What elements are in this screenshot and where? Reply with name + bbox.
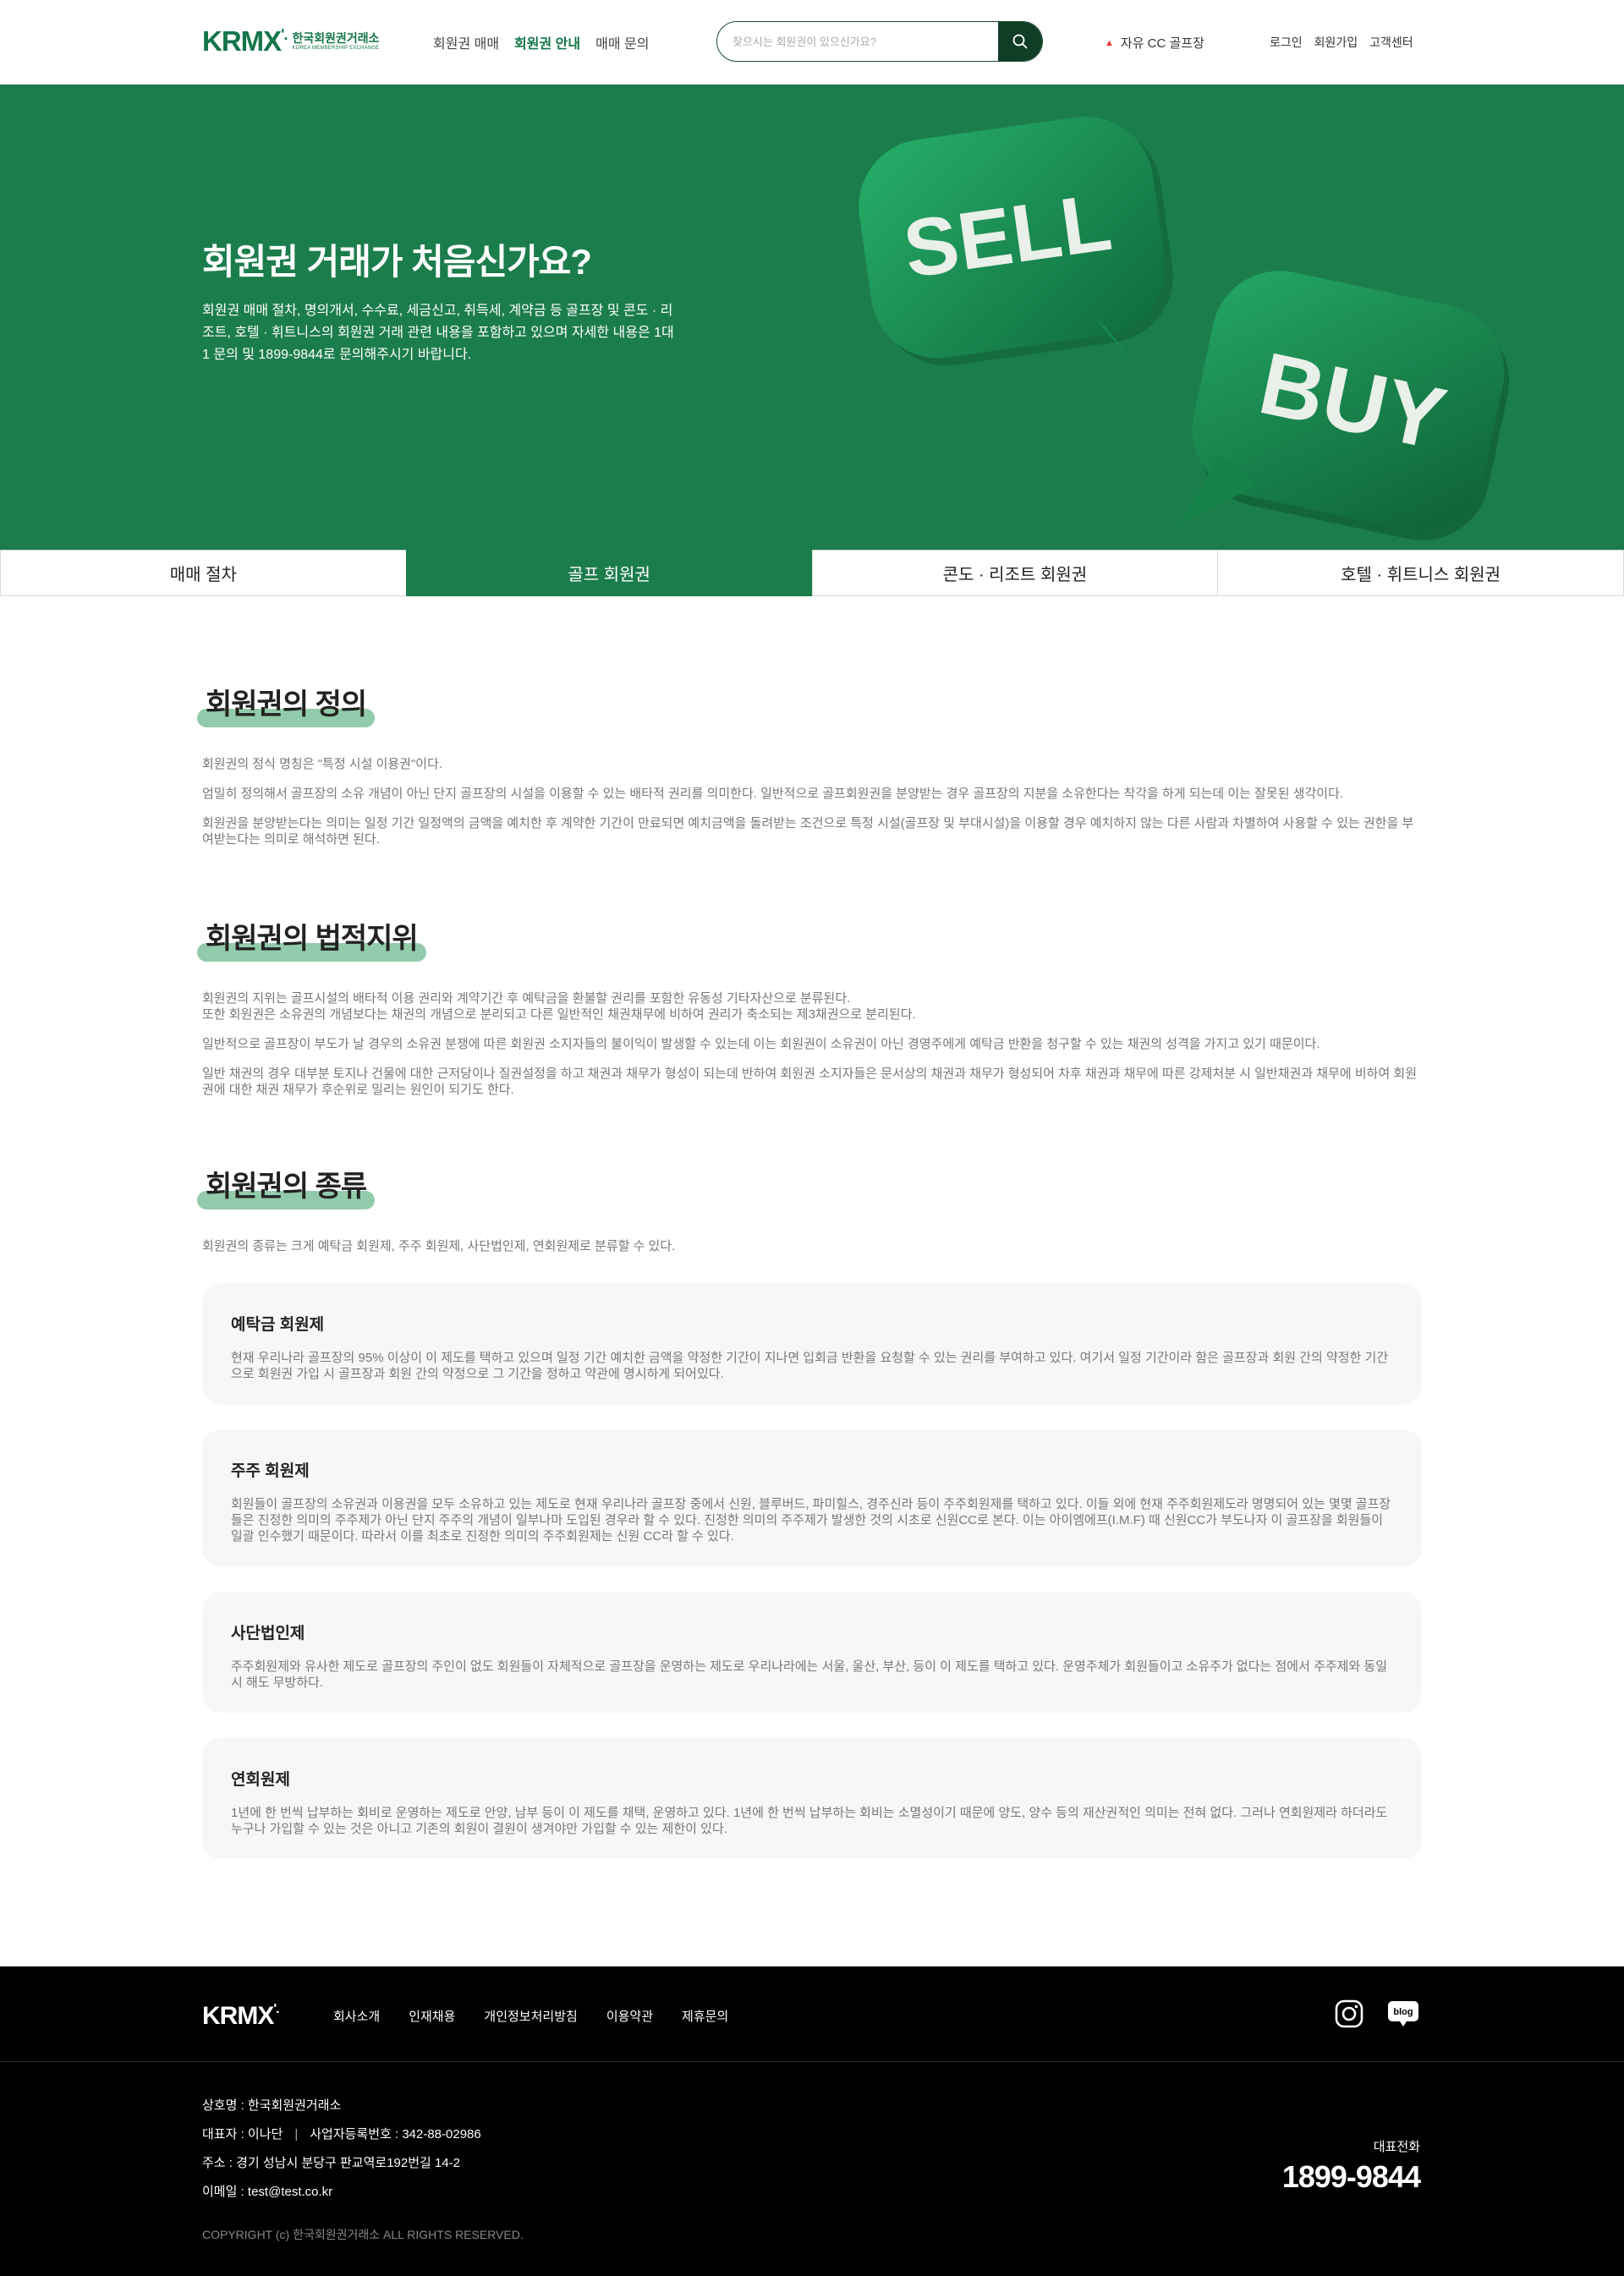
hero-title: 회원권 거래가 처음신가요? xyxy=(202,242,592,282)
card-text: 현재 우리나라 골프장의 95% 이상이 이 제도를 택하고 있으며 일정 기간… xyxy=(231,1351,1389,1381)
search-icon xyxy=(1012,34,1028,49)
footer-links: 회사소개 인재채용 개인정보처리방침 이용약관 제휴문의 xyxy=(333,2007,728,2025)
footer-top: KRMX'. 회사소개 인재채용 개인정보처리방침 이용약관 제휴문의 blog xyxy=(0,1966,1624,2062)
card-text: 1년에 한 번씩 납부하는 회비로 운영하는 제도로 안양, 남부 등이 이 제… xyxy=(231,1806,1388,1836)
blog-link[interactable]: blog xyxy=(1387,1999,1419,2032)
divider: | xyxy=(294,2127,299,2142)
nav-item-inquiry[interactable]: 매매 문의 xyxy=(595,32,649,52)
company-info: 상호명 : 한국회원권거래소 대표자 : 이나단 | 사업자등록번호 : 342-8… xyxy=(202,2092,481,2207)
card-title: 주주 회원제 xyxy=(231,1462,310,1480)
paragraph: 회원권의 정식 명칭은 "특정 시설 이용권"이다. xyxy=(202,757,443,771)
main-nav: 회원권 매매 회원권 안내 매매 문의 xyxy=(433,32,649,52)
card-text: 회원들이 골프장의 소유권과 이용권을 모두 소유하고 있는 제도로 현재 우리… xyxy=(231,1497,1391,1544)
phone-number: 1899-9844 xyxy=(1281,2159,1421,2194)
footer-logo[interactable]: KRMX'. xyxy=(202,2002,280,2031)
category-tabs: 매매 절차 골프 회원권 콘도 · 리조트 회원권 호텔 · 휘트니스 회원권 xyxy=(0,550,1624,596)
membership-type-card: 연회원제 1년에 한 번씩 납부하는 회비로 운영하는 제도로 안양, 남부 등… xyxy=(202,1738,1422,1859)
footer-link-partnership[interactable]: 제휴문의 xyxy=(682,2007,728,2025)
section-intro: 회원권의 종류는 크게 예탁금 회원제, 주주 회원제, 사단법인제, 연회원제… xyxy=(202,1239,676,1253)
membership-type-card: 주주 회원제 회원들이 골프장의 소유권과 이용권을 모두 소유하고 있는 제도… xyxy=(202,1429,1422,1566)
tab-trade-process[interactable]: 매매 절차 xyxy=(0,550,406,596)
customer-center-link[interactable]: 고객센터 xyxy=(1369,34,1413,51)
up-arrow-icon: ▲ xyxy=(1105,37,1114,48)
paragraph: 회원권의 지위는 골프시설의 배타적 이용 권리와 계약기간 후 예탁금을 환불… xyxy=(202,991,851,1006)
site-logo[interactable]: KRMX'. 한국회원권거래소 KOREA MEMBERSHIP EXCHANG… xyxy=(202,27,380,55)
footer-link-about[interactable]: 회사소개 xyxy=(333,2007,380,2025)
card-text: 주주회원제와 유사한 제도로 골프장의 주인이 없도 회원들이 자체적으로 골프… xyxy=(231,1659,1388,1690)
tab-golf-membership[interactable]: 골프 회원권 xyxy=(405,550,812,596)
copyright: COPYRIGHT (c) 한국회원권거래소 ALL RIGHTS RESERV… xyxy=(202,2228,524,2241)
sell-bubble: SELL xyxy=(859,116,1173,381)
logo-korean: 한국회원권거래소 xyxy=(292,30,380,45)
company-address: 주소 : 경기 성남시 분당구 판교역로192번길 14-2 xyxy=(202,2156,461,2170)
paragraph: 일반적으로 골프장이 부도가 날 경우의 소유권 분쟁에 따른 회원권 소지자들… xyxy=(202,1037,1320,1051)
search-box xyxy=(716,21,1043,62)
logo-text: 한국회원권거래소 KOREA MEMBERSHIP EXCHANGE xyxy=(292,31,379,52)
hot-golf-course-label: 자유 CC 골프장 xyxy=(1120,36,1204,51)
hero-banner: 회원권 거래가 처음신가요? 회원권 매매 절차, 명의개서, 수수료, 세금신… xyxy=(0,85,1624,550)
nav-item-trade[interactable]: 회원권 매매 xyxy=(433,32,499,52)
signup-link[interactable]: 회원가입 xyxy=(1314,34,1358,51)
section-legal-status: 회원권의 법적지위 회원권의 지위는 골프시설의 배타적 이용 권리와 계약기간… xyxy=(197,915,1422,1098)
tab-hotel-fitness-membership[interactable]: 호텔 · 휘트니스 회원권 xyxy=(1217,550,1624,596)
buy-bubble: BUY xyxy=(1179,271,1510,540)
paragraph: 엄밀히 정의해서 골프장의 소유 개념이 아닌 단지 골프장의 시설을 이용할 … xyxy=(202,787,1344,801)
utility-menu: 로그인 회원가입 고객센터 xyxy=(1270,34,1413,51)
nav-item-guide[interactable]: 회원권 안내 xyxy=(514,32,580,52)
site-footer: KRMX'. 회사소개 인재채용 개인정보처리방침 이용약관 제휴문의 blog xyxy=(0,1966,1624,2276)
footer-link-terms[interactable]: 이용약관 xyxy=(606,2007,653,2025)
instagram-link[interactable] xyxy=(1335,1999,1363,2032)
logo-mark: KRMX'. xyxy=(202,25,288,57)
paragraph: 회원권을 분양받는다는 의미는 일정 기간 일정액의 금액을 예치한 후 계약한… xyxy=(202,816,1414,847)
membership-type-card: 사단법인제 주주회원제와 유사한 제도로 골프장의 주인이 없도 회원들이 자체… xyxy=(202,1592,1422,1713)
tab-condo-resort-membership[interactable]: 콘도 · 리조트 회원권 xyxy=(811,550,1218,596)
membership-type-card: 예탁금 회원제 현재 우리나라 골프장의 95% 이상이 이 제도를 택하고 있… xyxy=(202,1283,1422,1405)
section-membership-types: 회원권의 종류 회원권의 종류는 크게 예탁금 회원제, 주주 회원제, 사단법… xyxy=(196,1163,1422,1859)
card-title: 예탁금 회원제 xyxy=(231,1316,325,1334)
section-title: 회원권의 법적지위 xyxy=(197,915,426,962)
search-button[interactable] xyxy=(998,22,1042,61)
logo-english: KOREA MEMBERSHIP EXCHANGE xyxy=(292,45,380,51)
sell-buy-bubbles-illustration: SELL BUY xyxy=(859,116,1510,540)
search-input[interactable] xyxy=(717,22,1000,61)
section-title: 회원권의 종류 xyxy=(196,1163,376,1209)
card-title: 사단법인제 xyxy=(231,1625,305,1643)
footer-link-privacy[interactable]: 개인정보처리방침 xyxy=(484,2007,577,2025)
login-link[interactable]: 로그인 xyxy=(1270,34,1303,51)
ceo-name: 대표자 : 이나단 xyxy=(202,2127,283,2142)
footer-sns: blog xyxy=(1335,1999,1419,2032)
footer-link-careers[interactable]: 인재채용 xyxy=(409,2007,455,2025)
paragraph: 또한 회원권은 소유권의 개념보다는 채권의 개념으로 분리되고 다른 일반적인… xyxy=(202,1007,916,1022)
hot-golf-course-link[interactable]: ▲ 자유 CC 골프장 xyxy=(1105,34,1204,52)
section-title: 회원권의 정의 xyxy=(196,681,376,727)
svg-text:blog: blog xyxy=(1393,2007,1413,2017)
business-number: 사업자등록번호 : 342-88-02986 xyxy=(310,2127,481,2142)
company-name: 상호명 : 한국회원권거래소 xyxy=(202,2098,342,2113)
card-title: 연회원제 xyxy=(231,1771,290,1789)
site-header: KRMX'. 한국회원권거래소 KOREA MEMBERSHIP EXCHANG… xyxy=(0,0,1624,85)
hero-description: 회원권 매매 절차, 명의개서, 수수료, 세금신고, 취득세, 계약금 등 골… xyxy=(202,304,674,362)
phone-label: 대표전화 xyxy=(1373,2140,1420,2154)
blog-icon: blog xyxy=(1388,2001,1418,2026)
instagram-icon xyxy=(1335,1999,1363,2028)
section-definition: 회원권의 정의 회원권의 정식 명칭은 "특정 시설 이용권"이다. 엄밀히 정… xyxy=(196,681,1422,847)
ceo-biz-row: 대표자 : 이나단 | 사업자등록번호 : 342-88-02986 xyxy=(202,2120,481,2149)
company-email: 이메일 : test@test.co.kr xyxy=(202,2185,333,2199)
paragraph: 일반 채권의 경우 대부분 토지나 건물에 대한 근저당이나 질권설정을 하고 … xyxy=(202,1067,1418,1097)
